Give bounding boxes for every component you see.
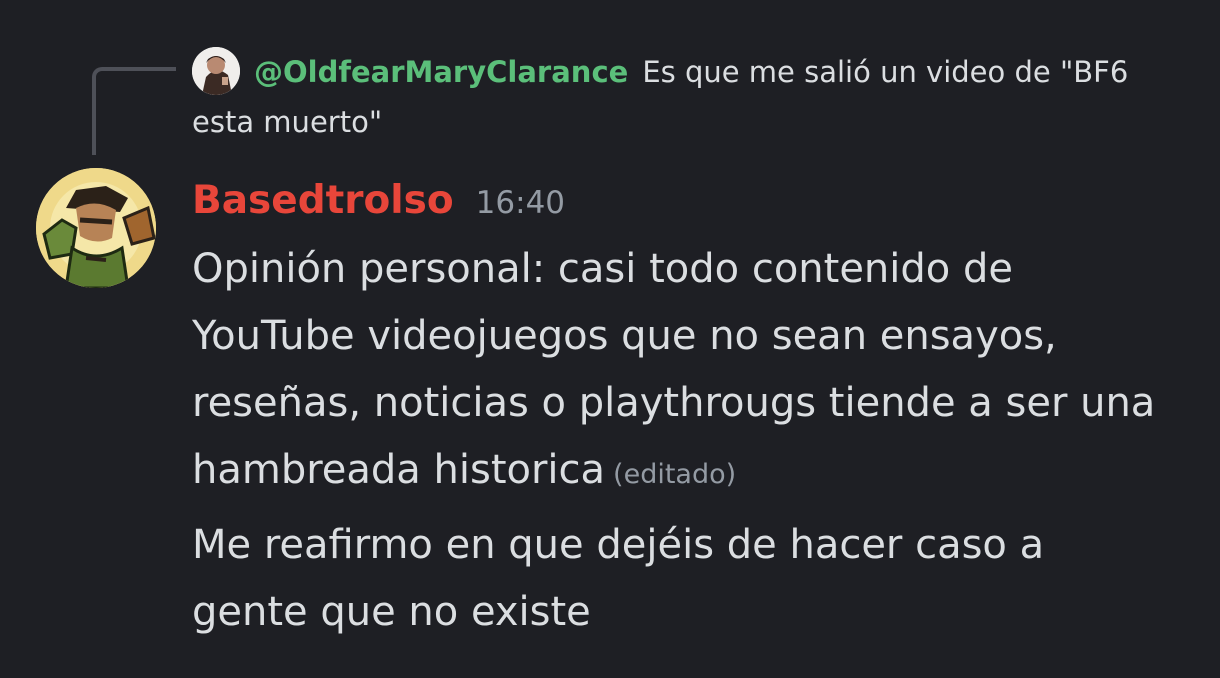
reply-author-avatar[interactable] [192, 47, 240, 95]
author-avatar[interactable] [36, 168, 156, 288]
message-line: reseñas, noticias o playthrougs tiende a… [192, 380, 1156, 426]
followup-line: gente que no existe [192, 589, 591, 635]
reply-preview[interactable]: @OldfearMaryClarance Es que me salió un v… [254, 52, 1128, 92]
followup-message-content: Me reafirmo en que dejéis de hacer caso … [192, 512, 1202, 646]
author-avatar-image [36, 168, 156, 288]
reply-avatar-image [192, 47, 240, 95]
message-line-text: hambreada historica [192, 447, 606, 493]
message-timestamp[interactable]: 16:40 [476, 185, 565, 221]
reply-text-line1: Es que me salió un video de "BF6 [642, 55, 1129, 89]
reply-text-line2: esta muerto" [192, 105, 383, 139]
author-name[interactable]: Basedtrolso [192, 178, 454, 223]
message-line: Opinión personal: casi todo contenido de [192, 246, 1013, 292]
edited-indicator: (editado) [613, 459, 737, 490]
message-content: Opinión personal: casi todo contenido de… [192, 236, 1202, 508]
followup-line: Me reafirmo en que dejéis de hacer caso … [192, 522, 1045, 568]
reply-author-name[interactable]: @OldfearMaryClarance [254, 55, 628, 89]
message-line: YouTube videojuegos que no sean ensayos, [192, 313, 1057, 359]
reply-connector-line [92, 67, 176, 155]
message-line-last: hambreada historica (editado) [192, 437, 1202, 508]
message-header: Basedtrolso 16:40 [192, 178, 565, 223]
